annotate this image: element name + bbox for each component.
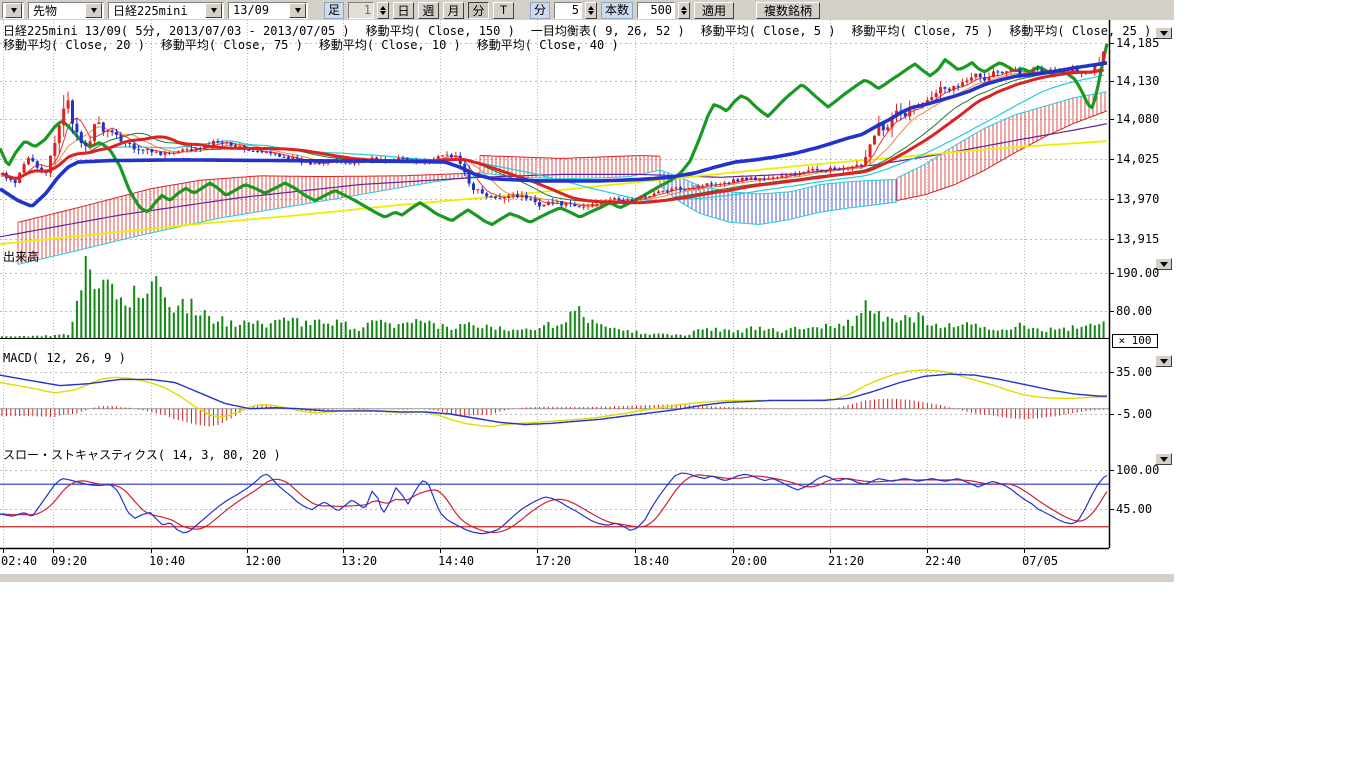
- volume-axis-label: 190.00: [1116, 267, 1159, 279]
- chevron-down-icon: [1160, 457, 1168, 462]
- chevron-down-icon: [1160, 359, 1168, 364]
- macd-pane-label: MACD( 12, 26, 9 ): [3, 352, 126, 365]
- time-axis-label: 18:40: [633, 555, 669, 567]
- price-axis-label: 13,915: [1116, 233, 1159, 245]
- price-axis-label: 14,130: [1116, 75, 1159, 87]
- legend-item: 移動平均( Close, 10 ): [319, 36, 461, 53]
- time-axis-label: 02:40: [1, 555, 37, 567]
- time-axis-label: 17:20: [535, 555, 571, 567]
- horizontal-scrollbar[interactable]: [0, 573, 1174, 582]
- stoch-axis-label: 100.00: [1116, 464, 1159, 476]
- time-axis-label: 14:40: [438, 555, 474, 567]
- chevron-down-icon: [1160, 31, 1168, 36]
- price-axis-label: 14,185: [1116, 37, 1159, 49]
- volume-pane-label: 出来高: [3, 251, 39, 264]
- stoch-pane-label: スロー・ストキャスティクス( 14, 3, 80, 20 ): [3, 449, 281, 462]
- price-axis-label: 14,025: [1116, 153, 1159, 165]
- time-axis-label: 13:20: [341, 555, 377, 567]
- legend-item: 移動平均( Close, 5 ): [701, 22, 836, 39]
- time-axis-label: 12:00: [245, 555, 281, 567]
- volume-axis-label: 80.00: [1116, 305, 1152, 317]
- macd-axis-label: 35.00: [1116, 366, 1152, 378]
- legend-item: 移動平均( Close, 40 ): [477, 36, 619, 53]
- macd-axis-label: -5.00: [1116, 408, 1152, 420]
- time-axis-label: 09:20: [51, 555, 87, 567]
- legend-line-2: 移動平均( Close, 20 ) 移動平均( Close, 75 ) 移動平均( …: [3, 36, 619, 53]
- legend-item: 移動平均( Close, 75 ): [161, 36, 303, 53]
- time-axis-label: 07/05: [1022, 555, 1058, 567]
- chevron-down-icon: [1160, 262, 1168, 267]
- legend-item: 移動平均( Close, 20 ): [3, 36, 145, 53]
- time-axis-label: 22:40: [925, 555, 961, 567]
- price-axis-label: 13,970: [1116, 193, 1159, 205]
- time-axis-label: 10:40: [149, 555, 185, 567]
- stoch-axis-label: 45.00: [1116, 503, 1152, 515]
- macd-pane-dropdown-button[interactable]: [1155, 355, 1172, 367]
- chart-canvas: [0, 0, 1200, 600]
- price-axis-label: 14,080: [1116, 113, 1159, 125]
- time-axis-label: 20:00: [731, 555, 767, 567]
- legend-item: 移動平均( Close, 75 ): [851, 22, 993, 39]
- time-axis-label: 21:20: [828, 555, 864, 567]
- volume-scale-badge: × 100: [1112, 334, 1158, 348]
